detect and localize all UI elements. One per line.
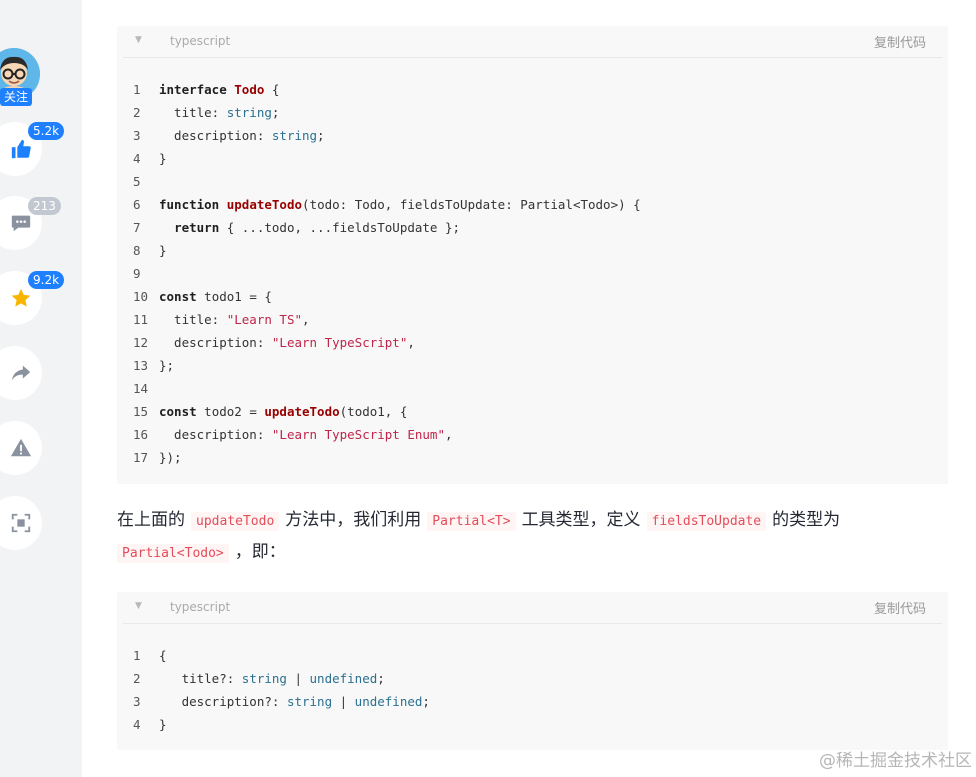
code-line: 11 title: "Learn TS", xyxy=(117,308,948,331)
line-number: 1 xyxy=(133,82,141,97)
code-text: { xyxy=(159,648,167,663)
article-paragraph: 在上面的 updateTodo 方法中，我们利用 Partial<T> 工具类型，定义 f… xyxy=(117,505,917,569)
code-line: 12 description: "Learn TypeScript", xyxy=(117,331,948,354)
code-line: 7 return { ...todo, ...fieldsToUpdate }; xyxy=(117,216,948,239)
copy-code-button[interactable]: 复制代码 xyxy=(874,598,926,617)
code-line: 3 description?: string | undefined; xyxy=(117,690,948,713)
line-number: 4 xyxy=(133,717,141,732)
code-block-header: ▼ typescript 复制代码 xyxy=(123,592,942,624)
line-number: 13 xyxy=(133,358,149,373)
line-number: 9 xyxy=(133,266,141,281)
code-language-label: typescript xyxy=(170,34,231,48)
code-line: 13}; xyxy=(117,354,948,377)
line-number: 4 xyxy=(133,151,141,166)
line-number: 12 xyxy=(133,335,149,350)
code-text: } xyxy=(159,717,167,732)
code-content: 1 interface Todo { 2 title: string; 3 des… xyxy=(117,58,948,483)
line-number: 8 xyxy=(133,243,141,258)
paragraph-text: 的类型为 xyxy=(772,510,841,530)
line-number: 7 xyxy=(133,220,141,235)
code-line: 6 function updateTodo(todo: Todo, fieldsT… xyxy=(117,193,948,216)
line-number: 3 xyxy=(133,694,141,709)
warning-icon xyxy=(10,438,32,457)
code-line: 16 description: "Learn TypeScript Enum", xyxy=(117,423,948,446)
code-block-header: ▼ typescript 复制代码 xyxy=(123,26,942,58)
line-number: 11 xyxy=(133,312,149,327)
code-text: description?: string | undefined; xyxy=(159,694,430,709)
share-arrow-icon xyxy=(11,365,31,381)
inline-code: updateTodo xyxy=(191,512,280,531)
focus-frame-icon xyxy=(11,513,31,533)
code-text: } xyxy=(159,151,167,166)
line-number: 17 xyxy=(133,450,149,465)
code-line: 10 const todo1 = { xyxy=(117,285,948,308)
line-number: 3 xyxy=(133,128,141,143)
code-line: 4} xyxy=(117,147,948,170)
code-line: 14 xyxy=(117,377,948,400)
code-language-label: typescript xyxy=(170,600,231,614)
article-content: ▼ typescript 复制代码 1 interface Todo { 2 ti… xyxy=(82,0,976,777)
code-text: title: string; xyxy=(159,105,280,120)
comment-count-badge: 213 xyxy=(28,197,61,215)
code-text: }); xyxy=(159,450,182,465)
code-line: 2 title?: string | undefined; xyxy=(117,667,948,690)
like-count-badge: 5.2k xyxy=(28,122,65,140)
code-block: ▼ typescript 复制代码 1{ 2 title?: string | … xyxy=(117,592,948,750)
code-line: 2 title: string; xyxy=(117,101,948,124)
line-number: 1 xyxy=(133,648,141,663)
comment-icon xyxy=(11,215,31,232)
code-text: title: "Learn TS", xyxy=(159,312,310,327)
report-button[interactable] xyxy=(0,421,42,475)
collapse-triangle-icon[interactable]: ▼ xyxy=(135,601,142,611)
line-number: 2 xyxy=(133,105,141,120)
follow-button[interactable]: 关注 xyxy=(0,88,33,106)
code-text: return { ...todo, ...fieldsToUpdate }; xyxy=(174,220,461,235)
line-number: 5 xyxy=(133,174,141,189)
code-line: 9 xyxy=(117,262,948,285)
fullscreen-button[interactable] xyxy=(0,496,42,550)
line-number: 14 xyxy=(133,381,149,396)
line-number: 16 xyxy=(133,427,149,442)
code-text: } xyxy=(159,243,167,258)
code-text: description: string; xyxy=(159,128,325,143)
paragraph-text: ，即： xyxy=(234,542,286,562)
star-icon xyxy=(11,288,31,307)
code-line: 1 interface Todo { xyxy=(117,78,948,101)
code-text: const todo2 = updateTodo(todo1, { xyxy=(159,404,408,419)
collapse-triangle-icon[interactable]: ▼ xyxy=(135,35,142,45)
paragraph-text: 方法中，我们利用 xyxy=(285,510,422,530)
line-number: 10 xyxy=(133,289,149,304)
code-content: 1{ 2 title?: string | undefined; 3 descr… xyxy=(117,624,948,750)
paragraph-text: 工具类型，定义 xyxy=(521,510,641,530)
paragraph-text: 在上面的 xyxy=(117,510,185,530)
code-text: description: "Learn TypeScript", xyxy=(159,335,415,350)
code-text: interface Todo { xyxy=(159,82,280,97)
code-line: 1{ xyxy=(117,644,948,667)
line-number: 15 xyxy=(133,404,149,419)
code-text: }; xyxy=(159,358,175,373)
code-text: title?: string | undefined; xyxy=(159,671,385,686)
share-button[interactable] xyxy=(0,346,42,400)
code-text: const todo1 = { xyxy=(159,289,272,304)
code-line: 15 const todo2 = updateTodo(todo1, { xyxy=(117,400,948,423)
article-action-rail: 关注 5.2k 213 9.2k xyxy=(0,0,82,777)
collect-count-badge: 9.2k xyxy=(28,271,65,289)
code-line: 5 xyxy=(117,170,948,193)
inline-code: Partial<Todo> xyxy=(117,544,229,563)
code-line: 8} xyxy=(117,239,948,262)
code-text: function updateTodo(todo: Todo, fieldsTo… xyxy=(159,197,641,212)
code-block: ▼ typescript 复制代码 1 interface Todo { 2 ti… xyxy=(117,26,948,484)
code-line: 4} xyxy=(117,713,948,736)
inline-code: fieldsToUpdate xyxy=(646,512,767,531)
watermark: @稀土掘金技术社区 xyxy=(819,751,972,771)
code-text: description: "Learn TypeScript Enum", xyxy=(159,427,453,442)
code-line: 3 description: string; xyxy=(117,124,948,147)
copy-code-button[interactable]: 复制代码 xyxy=(874,32,926,51)
line-number: 2 xyxy=(133,671,141,686)
inline-code: Partial<T> xyxy=(427,512,516,531)
code-line: 17}); xyxy=(117,446,948,469)
line-number: 6 xyxy=(133,197,141,212)
thumbs-up-icon xyxy=(11,139,31,159)
